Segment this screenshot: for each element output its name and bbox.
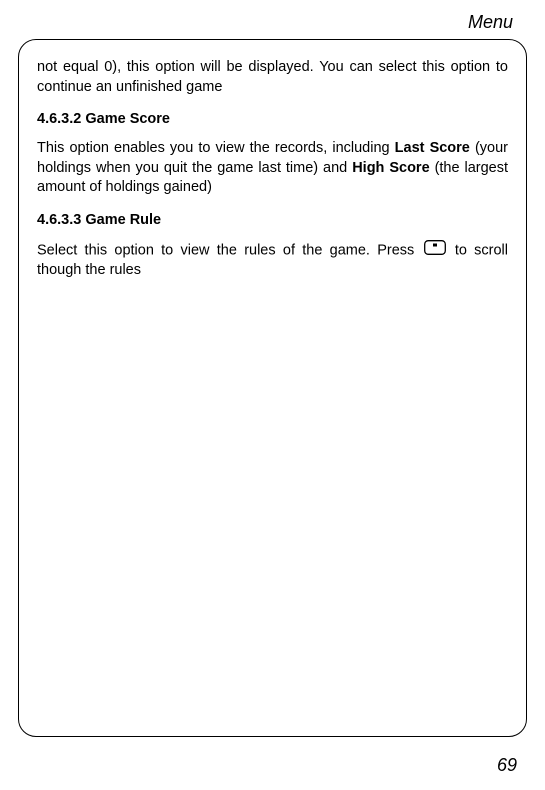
text-last-score: Last Score: [395, 140, 470, 156]
page-number: 69: [497, 755, 517, 776]
text-segment: This option enables you to view the reco…: [37, 140, 395, 156]
heading-game-rule: 4.6.3.3 Game Rule: [37, 212, 508, 228]
header-title: Menu: [468, 12, 513, 32]
paragraph-game-score: This option enables you to view the reco…: [37, 139, 508, 198]
page-header: Menu: [18, 12, 527, 39]
content-frame: not equal 0), this option will be displa…: [18, 39, 527, 737]
scroll-button-icon: [424, 240, 446, 262]
paragraph-continue-game: not equal 0), this option will be displa…: [37, 58, 508, 97]
text-high-score: High Score: [352, 160, 429, 176]
text-segment: Select this option to view the rules of …: [37, 242, 422, 258]
paragraph-game-rule: Select this option to view the rules of …: [37, 240, 508, 281]
heading-game-score: 4.6.3.2 Game Score: [37, 111, 508, 127]
